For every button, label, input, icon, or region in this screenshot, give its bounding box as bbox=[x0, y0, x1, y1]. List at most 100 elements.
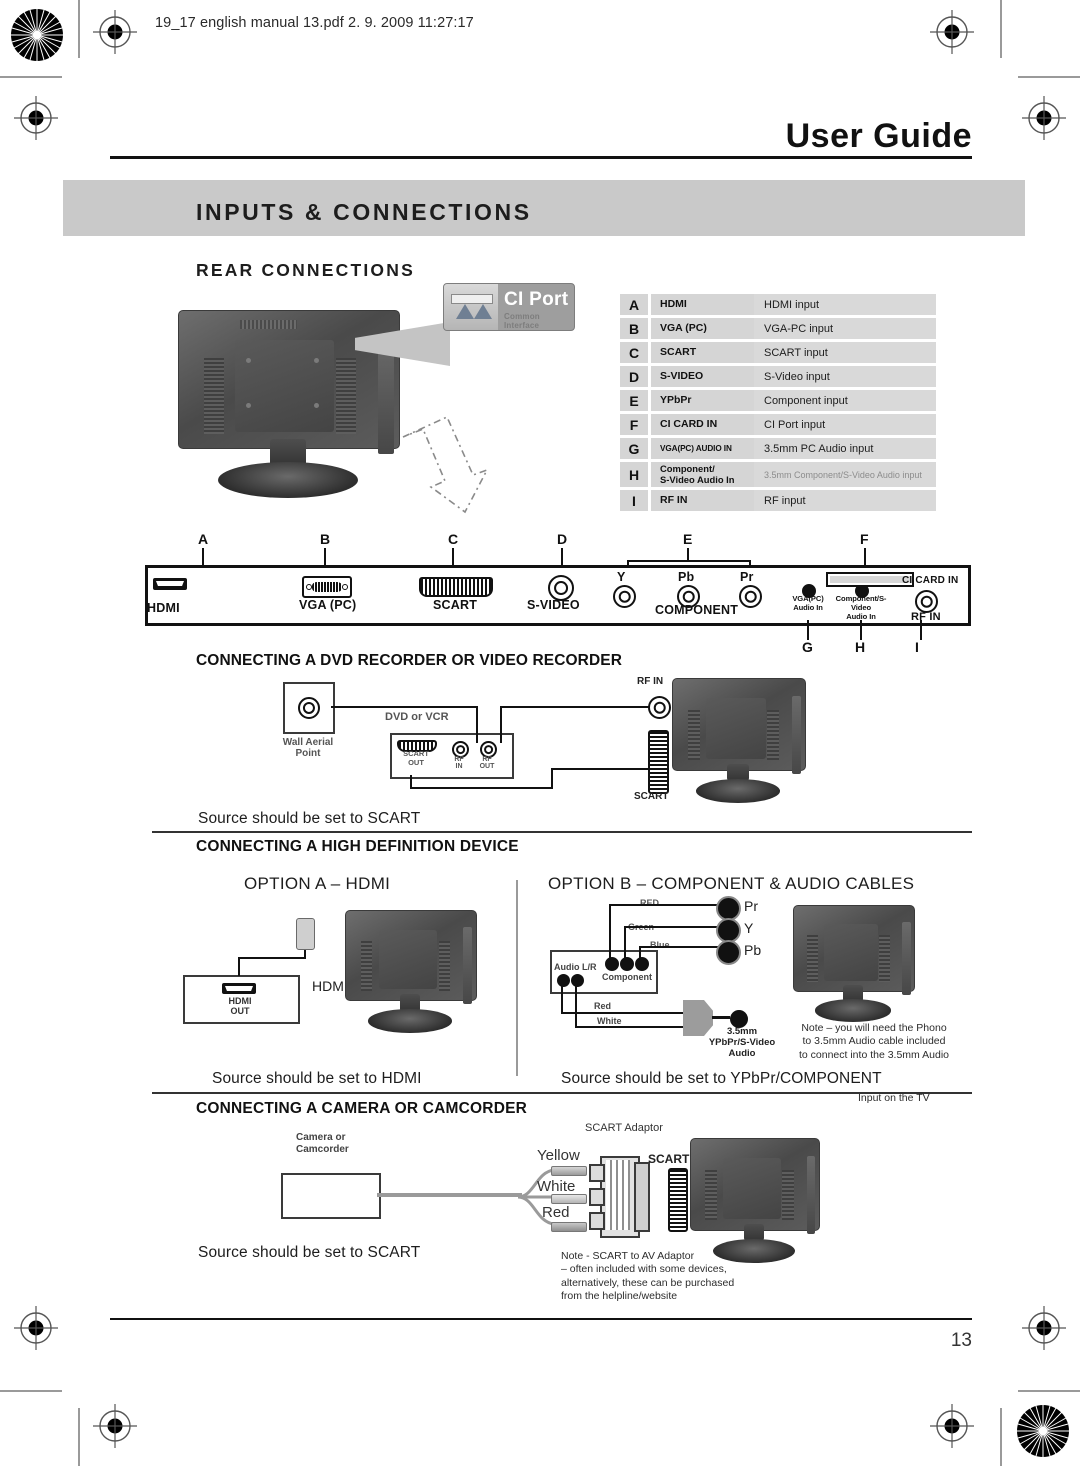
panel-label-scart: SCART bbox=[433, 598, 478, 612]
panel-leader-i bbox=[920, 620, 922, 640]
legend-name: CI CARD IN bbox=[651, 414, 754, 435]
wire-red-label-b: RED bbox=[640, 898, 660, 908]
legend-desc: HDMI input bbox=[754, 294, 936, 315]
legend-name: VGA (PC) bbox=[651, 318, 754, 339]
legend-desc: 3.5mm Component/S-Video Audio input bbox=[754, 462, 936, 487]
legend-desc: 3.5mm PC Audio input bbox=[754, 438, 936, 459]
ci-port-badge-subtitle: Common Interface bbox=[504, 312, 540, 330]
hdmi-out-port-icon bbox=[222, 983, 256, 994]
trim-line-bottom-right-v bbox=[1000, 1408, 1002, 1466]
legend-key: H bbox=[620, 462, 648, 487]
tv-rf-in-label: RF IN bbox=[637, 676, 664, 687]
jack-35mm-label: 3.5mm YPbPr/S-Video Audio bbox=[708, 1026, 776, 1059]
registration-cross-top-right bbox=[930, 10, 974, 54]
tv-rf-in-icon bbox=[648, 696, 671, 719]
dvd-rf-out-label: RF OUT bbox=[479, 756, 495, 770]
panel-label-rf-in: RF IN bbox=[911, 611, 941, 623]
panel-label-hdmi: HDMI bbox=[147, 601, 180, 615]
footer-rule bbox=[110, 1318, 972, 1320]
registration-rosette-bottom-right bbox=[1017, 1405, 1069, 1457]
dvd-scart-out-label: SCART OUT bbox=[403, 749, 429, 767]
component-device-label: Component bbox=[602, 972, 652, 982]
jack-pr-label: Pr bbox=[744, 898, 758, 914]
wire-yellow-label: Yellow bbox=[537, 1147, 580, 1164]
table-row: G VGA(PC) AUDIO IN 3.5mm PC Audio input bbox=[620, 438, 936, 459]
legend-desc: RF input bbox=[754, 490, 936, 511]
trim-line-top-left-v bbox=[78, 0, 80, 58]
legend-name: SCART bbox=[651, 342, 754, 363]
panel-letter-b: B bbox=[320, 531, 331, 547]
wire-white-label: White bbox=[537, 1178, 576, 1195]
tv-scart-icon bbox=[648, 730, 669, 794]
options-divider bbox=[516, 880, 518, 1076]
legend-desc: CI Port input bbox=[754, 414, 936, 435]
panel-leader-g bbox=[807, 620, 809, 640]
page-title: User Guide bbox=[785, 117, 972, 155]
comp-wire-green bbox=[624, 926, 626, 958]
wall-aerial-label: Wall Aerial Point bbox=[282, 737, 334, 759]
legend-key: I bbox=[620, 490, 648, 511]
camera-cable-run bbox=[377, 1193, 522, 1197]
dvd-source-note: Source should be set to SCART bbox=[198, 810, 421, 827]
table-row: B VGA (PC) VGA-PC input bbox=[620, 318, 936, 339]
comp-wire-red-h bbox=[609, 904, 721, 906]
page-number: 13 bbox=[950, 1330, 972, 1351]
ci-port-badge-icon bbox=[444, 284, 498, 330]
tv-illustration-hdmi bbox=[345, 910, 477, 1034]
option-a-title: OPTION A – HDMI bbox=[244, 874, 391, 893]
dvd-section-title: CONNECTING A DVD RECORDER OR VIDEO RECOR… bbox=[196, 652, 622, 669]
registration-cross-top-inner bbox=[93, 10, 137, 54]
ci-card-slot-icon bbox=[826, 572, 914, 587]
cable-aerial-drop bbox=[476, 706, 478, 743]
jack-pb-label: Pb bbox=[744, 942, 762, 958]
scart-adaptor-ribs bbox=[606, 1160, 630, 1230]
legend-name: HDMI bbox=[651, 294, 754, 315]
panel-letter-h: H bbox=[855, 639, 866, 655]
trim-line-left-h bbox=[0, 76, 62, 78]
wall-aerial-socket-icon bbox=[298, 697, 320, 719]
audio-white-wire-h bbox=[575, 1026, 685, 1028]
dvd-rf-in-label: RF IN bbox=[454, 756, 464, 770]
legend-name: YPbPr bbox=[651, 390, 754, 411]
hdmi-tv-port-label: HDMI bbox=[312, 978, 348, 994]
trim-line-top-right-v bbox=[1000, 0, 1002, 58]
table-row: A HDMI HDMI input bbox=[620, 294, 936, 315]
legend-name: S-VIDEO bbox=[651, 366, 754, 387]
table-row: E YPbPr Component input bbox=[620, 390, 936, 411]
table-row: H Component/ S-Video Audio In 3.5mm Comp… bbox=[620, 462, 936, 487]
divider-after-hd bbox=[152, 1092, 972, 1094]
camera-tv-scart-icon bbox=[668, 1168, 688, 1232]
scart-port-icon bbox=[419, 577, 493, 597]
cable-rf-out-up bbox=[500, 706, 502, 743]
panel-label-y: Y bbox=[617, 570, 626, 584]
panel-label-pr: Pr bbox=[740, 570, 754, 584]
scart-adaptor-head bbox=[634, 1162, 650, 1232]
comp-wire-blue-h bbox=[639, 946, 721, 948]
panel-letter-f: F bbox=[860, 531, 869, 547]
cable-scart-rise bbox=[551, 768, 553, 789]
rca-plug-red-icon bbox=[551, 1222, 587, 1232]
device-audio-l-icon bbox=[557, 974, 570, 987]
panel-label-comp-audio: Component/S-Video Audio In bbox=[835, 594, 887, 621]
legend-key: E bbox=[620, 390, 648, 411]
legend-name: VGA(PC) AUDIO IN bbox=[651, 438, 754, 459]
ci-port-badge: CI Port Common Interface bbox=[443, 283, 575, 331]
registration-rosette-top-left bbox=[11, 9, 63, 61]
legend-name: RF IN bbox=[651, 490, 754, 511]
panel-label-pb: Pb bbox=[678, 570, 695, 584]
ci-card-insert-arrow bbox=[402, 415, 489, 514]
tv-scart-label: SCART bbox=[634, 791, 669, 802]
camera-tv-scart-label: SCART bbox=[648, 1152, 690, 1166]
audio-white-label: White bbox=[597, 1016, 622, 1026]
comp-wire-green-h bbox=[624, 926, 721, 928]
tv-illustration-component bbox=[793, 905, 915, 1023]
panel-letter-c: C bbox=[448, 531, 459, 547]
registration-cross-bottom-right bbox=[930, 1404, 974, 1448]
audio-red-label: Red bbox=[594, 1001, 612, 1011]
rca-plug-white-icon bbox=[551, 1194, 587, 1204]
scart-adaptor-label: SCART Adaptor bbox=[585, 1122, 663, 1134]
vga-port-icon bbox=[302, 576, 352, 598]
trim-line-right-h-bottom bbox=[1018, 1390, 1080, 1392]
legend-desc: VGA-PC input bbox=[754, 318, 936, 339]
hdmi-cable-run bbox=[238, 957, 306, 959]
